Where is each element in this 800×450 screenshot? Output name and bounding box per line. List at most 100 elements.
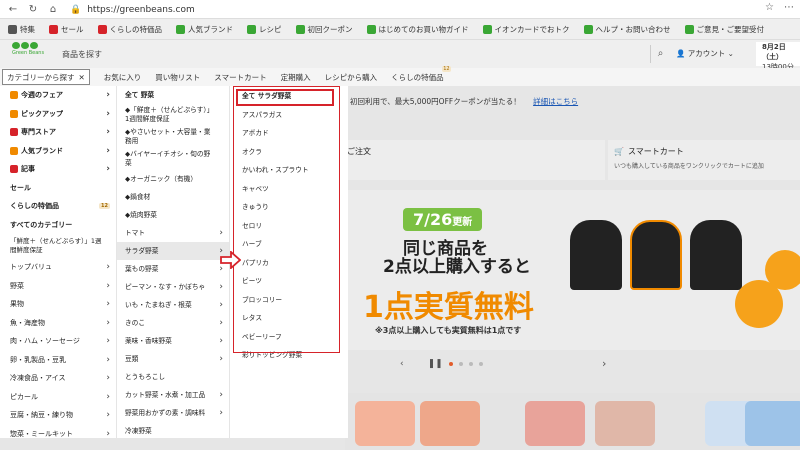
catnav-item[interactable]: 定期購入: [281, 72, 311, 83]
topnav-item[interactable]: 初回クーポン: [295, 24, 353, 35]
topnav-item[interactable]: 人気ブランド: [176, 24, 233, 35]
submenu-item[interactable]: 野菜用おかずの素・調味料 ›: [117, 404, 229, 422]
topnav-item[interactable]: ご意見・ご要望受付: [684, 24, 764, 35]
submenu-item[interactable]: ◆「鮮度＋（せんどぷらす）」1週間鮮度保証: [117, 104, 229, 126]
menu-item[interactable]: 今週のフェア ›: [0, 86, 116, 105]
subcategory-item[interactable]: キャベツ: [230, 179, 348, 198]
subcategory-item[interactable]: きゅうり: [230, 197, 348, 216]
prev-icon[interactable]: ‹: [400, 359, 404, 369]
subcategory-item[interactable]: アボカド: [230, 123, 348, 142]
account-button[interactable]: 👤 アカウント ⌄: [676, 48, 734, 59]
submenu-item[interactable]: ◆バイヤーイチオシ・旬の野菜: [117, 148, 229, 170]
star-icon[interactable]: ☆: [765, 2, 774, 13]
submenu-item[interactable]: ◆やさいセット・大容量・業務用: [117, 126, 229, 148]
next-icon[interactable]: ›: [602, 357, 606, 370]
menu-item[interactable]: くらしの特価品 12: [0, 197, 116, 216]
subcategory-item[interactable]: レタス: [230, 308, 348, 327]
smart-cart-card[interactable]: 🛒 スマートカート いつも購入している商品をワンクリックでカートに追加: [608, 140, 800, 180]
menu-item[interactable]: 「鮮度＋（せんどぷらす）」1週間鮮度保証: [0, 234, 116, 258]
subcategory-item[interactable]: ベビーリーフ: [230, 327, 348, 346]
more-icon[interactable]: ⋯: [784, 2, 794, 13]
campaign-banner[interactable]: 7/26更新 同じ商品を 2点以上購入すると 1点実質無料 ※3点以上購入しても…: [345, 190, 800, 350]
catnav-item[interactable]: レシピから購入: [325, 72, 378, 83]
topnav-item[interactable]: くらしの特価品: [97, 24, 162, 35]
topnav-item[interactable]: 特集: [8, 24, 35, 35]
count-badge: 12: [99, 203, 110, 210]
close-icon[interactable]: ✕: [79, 73, 85, 82]
topnav-item[interactable]: はじめてのお買い物ガイド: [366, 24, 469, 35]
topnav-item[interactable]: イオンカードでおトク: [482, 24, 570, 35]
topnav-item[interactable]: レシピ: [247, 24, 282, 35]
submenu-item[interactable]: 冷凍野菜: [117, 422, 229, 438]
product-thumbnail[interactable]: [525, 401, 585, 446]
address-bar[interactable]: 🔒 https://greenbeans.com: [70, 2, 710, 17]
menu-item[interactable]: 卵・乳製品・豆乳 ›: [0, 351, 116, 370]
subcategory-item[interactable]: ブロッコリー: [230, 290, 348, 309]
catnav-item[interactable]: お気に入り: [104, 72, 142, 83]
menu-item[interactable]: 人気ブランド ›: [0, 142, 116, 161]
submenu-item[interactable]: ◆オーガニック（有機）: [117, 170, 229, 188]
carousel-dot[interactable]: [458, 362, 463, 366]
menu-item[interactable]: 専門ストア ›: [0, 123, 116, 142]
menu-item[interactable]: 冷凍食品・アイス ›: [0, 369, 116, 388]
subcategory-item[interactable]: アスパラガス: [230, 105, 348, 124]
category-menu-button[interactable]: カテゴリーから探す ✕: [2, 69, 90, 85]
menu-item[interactable]: トップバリュ ›: [0, 258, 116, 277]
subcategory-item[interactable]: かいわれ・スプラウト: [230, 160, 348, 179]
submenu-item[interactable]: とうもろこし: [117, 368, 229, 386]
menu-item[interactable]: 惣菜・ミールキット ›: [0, 425, 116, 438]
subcategory-item[interactable]: セロリ: [230, 216, 348, 235]
topnav-item[interactable]: セール: [49, 24, 84, 35]
home-icon[interactable]: ⌂: [46, 4, 60, 15]
menu-item[interactable]: セール: [0, 179, 116, 198]
submenu-item[interactable]: ◆焼肉野菜: [117, 206, 229, 224]
menu-item[interactable]: 記事 ›: [0, 160, 116, 179]
submenu-item[interactable]: サラダ野菜 ›: [117, 242, 229, 260]
catnav-item[interactable]: くらしの特価品 12: [391, 65, 451, 83]
carousel-dot[interactable]: [468, 362, 473, 366]
order-card[interactable]: ご注文: [345, 140, 605, 180]
menu-item[interactable]: 野菜 ›: [0, 277, 116, 296]
menu-item[interactable]: 肉・ハム・ソーセージ ›: [0, 332, 116, 351]
product-thumbnail[interactable]: [420, 401, 480, 446]
subcategory-item[interactable]: ビーツ: [230, 271, 348, 290]
pause-icon[interactable]: ❚❚: [428, 359, 443, 369]
carousel-dot[interactable]: [478, 362, 483, 366]
subcategory-item[interactable]: 全て サラダ野菜: [230, 86, 348, 105]
submenu-item[interactable]: いも・たまねぎ・根菜 ›: [117, 296, 229, 314]
menu-item[interactable]: ピックアップ ›: [0, 105, 116, 124]
submenu-item[interactable]: ◆鍋食材: [117, 188, 229, 206]
menu-item[interactable]: すべてのカテゴリー: [0, 216, 116, 235]
product-thumbnail[interactable]: [745, 401, 800, 446]
menu-item[interactable]: 豆腐・納豆・練り物 ›: [0, 406, 116, 425]
menu-item[interactable]: 魚・海産物 ›: [0, 314, 116, 333]
reload-icon[interactable]: ↻: [26, 4, 40, 15]
promo-link[interactable]: 詳細はこちら: [533, 97, 578, 106]
product-thumbnail[interactable]: [355, 401, 415, 446]
green-beans-logo[interactable]: Green Beans: [12, 42, 44, 64]
carousel-dot[interactable]: [448, 362, 453, 366]
menu-item[interactable]: ピカール ›: [0, 388, 116, 407]
menu-item[interactable]: 果物 ›: [0, 295, 116, 314]
catnav-item[interactable]: 買い物リスト: [155, 72, 200, 83]
back-icon[interactable]: ←: [6, 4, 20, 15]
submenu-item[interactable]: きのこ ›: [117, 314, 229, 332]
submenu-item[interactable]: 全て 野菜: [117, 86, 229, 104]
subcategory-item[interactable]: パプリカ: [230, 253, 348, 272]
subcategory-item[interactable]: オクラ: [230, 142, 348, 161]
subcategory-item[interactable]: 彩りトッピング野菜: [230, 345, 348, 364]
submenu-item[interactable]: ピーマン・なす・かぼちゃ ›: [117, 278, 229, 296]
subcategory-item[interactable]: ハーブ: [230, 234, 348, 253]
catnav-item[interactable]: スマートカート: [214, 72, 266, 83]
search-input[interactable]: 商品を探す: [62, 49, 102, 60]
submenu-item[interactable]: トマト ›: [117, 224, 229, 242]
submenu-item[interactable]: 薬味・香味野菜 ›: [117, 332, 229, 350]
submenu-item[interactable]: 豆類 ›: [117, 350, 229, 368]
search-icon[interactable]: ⌕: [650, 45, 670, 63]
delivery-slot[interactable]: 8月2日（土） 13時00分～14時: [756, 42, 800, 81]
product-thumbnail[interactable]: [595, 401, 655, 446]
megaphone-icon: [10, 91, 18, 100]
submenu-item[interactable]: カット野菜・水煮・加工品 ›: [117, 386, 229, 404]
submenu-item[interactable]: 葉もの野菜 ›: [117, 260, 229, 278]
topnav-item[interactable]: ヘルプ・お問い合わせ: [583, 24, 671, 35]
